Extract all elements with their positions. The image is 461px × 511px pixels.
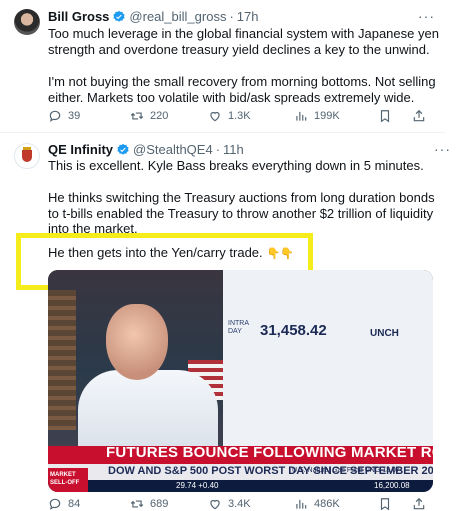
headline-text: FUTURES BOUNCE FOLLOWING MARKET ROUT: [106, 444, 433, 461]
crest-icon: [19, 147, 35, 165]
tweet-text-paragraph: He thinks switching the Treasury auction…: [48, 190, 435, 236]
views-button[interactable]: 486K: [294, 497, 340, 511]
separator: ·: [229, 9, 234, 24]
views-icon: [296, 499, 307, 509]
reply-count: 84: [68, 498, 81, 510]
tweet-text-paragraph: Too much leverage in the global financia…: [48, 26, 439, 57]
like-button[interactable]: 3.4K: [208, 497, 251, 511]
ticker-mid: U.S. Natural Gas Fund UNG 13.07: [292, 467, 400, 474]
like-icon: [210, 499, 220, 510]
intraday-label: INTRA DAY: [228, 320, 249, 335]
reply-icon: [49, 498, 61, 510]
bookshelf: [48, 290, 76, 430]
separator: ·: [215, 142, 221, 157]
reply-button[interactable]: 39: [48, 109, 80, 123]
ticker-right: 16,200.08: [374, 481, 410, 490]
like-button[interactable]: 1.3K: [208, 109, 251, 123]
author-handle[interactable]: @real_bill_gross: [129, 9, 226, 25]
unch-label: UNCH: [370, 328, 399, 339]
share-icon: [413, 497, 425, 510]
share-button[interactable]: [412, 497, 432, 511]
speaker-head: [106, 304, 168, 380]
bookmark-icon: [380, 110, 390, 123]
verified-badge-icon: [113, 10, 126, 22]
ticker-left: 29.74 +0.40: [176, 481, 219, 490]
timestamp[interactable]: 17h: [237, 9, 259, 25]
more-icon[interactable]: ···: [418, 8, 435, 24]
share-icon: [413, 109, 425, 122]
reply-icon: [49, 110, 61, 122]
bookmark-icon: [380, 498, 390, 511]
like-count: 1.3K: [228, 110, 251, 122]
retweet-count: 689: [150, 498, 169, 510]
views-count: 199K: [314, 110, 340, 122]
bookmark-button[interactable]: [378, 109, 398, 123]
like-icon: [210, 111, 220, 122]
tweet-text-paragraph: I'm not buying the small recovery from m…: [48, 74, 436, 105]
retweet-count: 220: [150, 110, 169, 122]
tweet-bill-gross[interactable]: Bill Gross @real_bill_gross · 17h ··· To…: [0, 0, 445, 133]
retweet-button[interactable]: 220: [130, 109, 168, 123]
views-count: 486K: [314, 498, 340, 510]
verified-badge-icon: [117, 143, 129, 155]
avatar[interactable]: [14, 143, 40, 169]
retweet-icon: [130, 500, 144, 508]
more-icon[interactable]: ···: [434, 141, 451, 157]
bookmark-button[interactable]: [378, 497, 398, 511]
retweet-button[interactable]: 689: [130, 497, 168, 511]
tweet-text-paragraph: This is excellent. Kyle Bass breaks ever…: [48, 158, 424, 173]
tweet-header: Bill Gross @real_bill_gross · 17h: [48, 9, 259, 25]
like-count: 3.4K: [228, 498, 251, 510]
timestamp[interactable]: 11h: [223, 142, 244, 158]
avatar[interactable]: [14, 9, 40, 35]
views-icon: [296, 111, 307, 121]
market-sell-off-tag: MARKET SELL-OFF: [48, 468, 88, 492]
video-media[interactable]: INTRA DAY 31,458.42 UNCH FUTURES BOUNCE …: [48, 270, 433, 492]
author-name[interactable]: QE Infinity: [48, 142, 113, 158]
views-button[interactable]: 199K: [294, 109, 340, 123]
share-button[interactable]: [412, 109, 432, 123]
author-name[interactable]: Bill Gross: [48, 9, 109, 25]
author-handle[interactable]: @StealthQE4: [133, 142, 213, 158]
reply-button[interactable]: 84: [48, 497, 80, 511]
action-bar: 84 689 3.4K 486K: [48, 496, 440, 511]
reply-count: 39: [68, 110, 81, 122]
tweet-header: QE Infinity @StealthQE4 · 11h: [48, 142, 244, 158]
action-bar: 39 220 1.3K 199K: [48, 108, 440, 124]
index-price: 31,458.42: [260, 322, 327, 339]
retweet-icon: [130, 112, 144, 120]
